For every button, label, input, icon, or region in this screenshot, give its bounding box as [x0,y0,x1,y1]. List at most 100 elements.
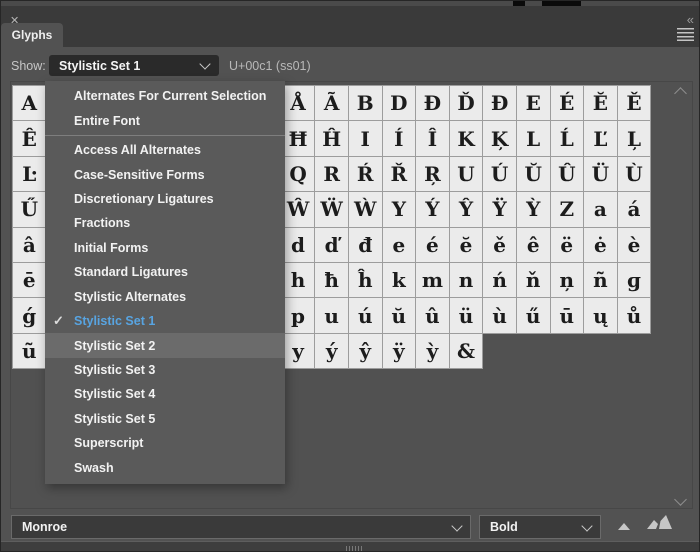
menu-item-superscript[interactable]: Superscript [45,431,285,455]
menu-item-swash[interactable]: Swash [45,456,285,480]
glyph-cell[interactable]: è [616,226,652,263]
glyph-cell[interactable]: Ļ [616,120,652,157]
glyph-cell[interactable]: đ [347,226,383,263]
scroll-up-icon[interactable] [674,87,687,100]
glyph-cell[interactable]: Y [381,191,417,228]
show-select[interactable]: Stylistic Set 1 [49,55,219,76]
glyph-cell[interactable]: Ŗ [415,155,450,193]
glyph-cell[interactable]: y [280,332,316,370]
glyph-cell[interactable]: ý [314,332,349,370]
glyph-cell[interactable]: Ŭ [515,155,551,193]
glyph-cell[interactable]: Ķ [482,120,517,157]
glyph-cell[interactable]: ė [583,226,618,263]
glyph-cell[interactable]: Û [549,155,585,193]
glyph-cell[interactable]: ǵ [12,297,47,334]
glyph-cell[interactable]: U [448,155,484,193]
glyph-cell[interactable]: á [616,191,652,228]
menu-item-stylistic-set-4[interactable]: Stylistic Set 4 [45,382,285,406]
glyph-cell[interactable]: ē [12,261,47,299]
menu-item-access-all-alternates[interactable]: Access All Alternates [45,138,285,162]
glyph-cell[interactable]: D [381,85,417,122]
menu-item-fractions[interactable]: Fractions [45,211,285,235]
glyph-cell[interactable]: ë [549,226,585,263]
glyph-cell[interactable]: ň [515,261,551,299]
glyph-cell[interactable]: Q [280,155,316,193]
glyph-cell[interactable]: Ù [616,155,652,193]
glyph-cell[interactable]: ɡ [616,261,652,299]
glyph-cell[interactable]: K [448,120,484,157]
glyph-cell[interactable]: ħ [314,261,349,299]
glyph-cell[interactable]: Ě [616,85,652,122]
glyph-cell[interactable]: Ê [12,120,47,157]
glyph-cell[interactable]: Ř [381,155,417,193]
menu-item-discretionary-ligatures[interactable]: Discretionary Ligatures [45,187,285,211]
glyph-cell[interactable]: ű [515,297,551,334]
glyph-cell[interactable]: Ŀ [12,155,47,193]
glyph-cell[interactable]: Î [415,120,450,157]
glyph-cell[interactable]: I [347,120,383,157]
menu-item-standard-ligatures[interactable]: Standard Ligatures [45,260,285,284]
collapse-panel-icon[interactable]: « [687,12,694,27]
menu-item-entire-font[interactable]: Entire Font [45,108,285,132]
glyph-cell[interactable]: â [12,226,47,263]
glyph-cell[interactable]: B [347,85,383,122]
glyph-cell[interactable]: h [280,261,316,299]
glyph-cell[interactable]: ū [549,297,585,334]
glyph-cell[interactable]: Ľ [583,120,618,157]
glyph-cell[interactable]: Ẁ [347,191,383,228]
glyph-cell[interactable]: ñ [583,261,618,299]
glyph-cell[interactable]: & [448,332,484,370]
menu-item-stylistic-set-5[interactable]: Stylistic Set 5 [45,407,285,431]
glyph-cell[interactable]: ď [314,226,349,263]
glyph-cell[interactable]: Ỳ [515,191,551,228]
scroll-down-icon[interactable] [674,493,687,506]
glyph-cell[interactable]: Ĕ [583,85,618,122]
glyph-cell[interactable]: Ý [415,191,450,228]
glyph-cell[interactable]: A [12,85,47,122]
glyph-cell[interactable]: Í [381,120,417,157]
glyph-cell[interactable]: k [381,261,417,299]
glyph-cell[interactable]: Ŷ [448,191,484,228]
glyph-cell[interactable]: Z [549,191,585,228]
glyph-cell[interactable]: ě [482,226,517,263]
glyph-cell[interactable]: ĥ [347,261,383,299]
glyph-cell[interactable]: p [280,297,316,334]
glyph-cell[interactable]: R [314,155,349,193]
glyph-cell[interactable]: û [415,297,450,334]
tab-glyphs[interactable]: Glyphs [1,23,63,47]
glyph-cell[interactable]: Å [280,85,316,122]
glyph-cell[interactable]: Ŕ [347,155,383,193]
font-family-select[interactable]: Monroe [11,515,471,539]
glyph-cell[interactable]: ù [482,297,517,334]
glyph-cell[interactable]: L [515,120,551,157]
menu-item-stylistic-set-2[interactable]: Stylistic Set 2 [45,333,285,358]
glyph-cell[interactable]: Ĥ [314,120,349,157]
glyph-cell[interactable]: m [415,261,450,299]
glyph-cell[interactable]: Ú [482,155,517,193]
glyph-cell[interactable]: Đ [482,85,517,122]
glyph-cell[interactable]: Ã [314,85,349,122]
glyph-cell[interactable]: ũ [12,332,47,370]
glyph-cell[interactable]: Đ [415,85,450,122]
glyph-cell[interactable]: Ẅ [314,191,349,228]
glyph-cell[interactable]: n [448,261,484,299]
panel-menu-icon[interactable] [677,28,694,41]
glyph-cell[interactable]: ų [583,297,618,334]
menu-item-stylistic-set-1[interactable]: ✓ Stylistic Set 1 [45,309,285,333]
menu-item-stylistic-alternates[interactable]: Stylistic Alternates [45,285,285,309]
glyph-cell[interactable]: Ĺ [549,120,585,157]
zoom-in-button[interactable] [645,513,675,535]
glyph-cell[interactable]: ü [448,297,484,334]
glyph-cell[interactable]: Ŵ [280,191,316,228]
font-style-select[interactable]: Bold [479,515,601,539]
glyph-cell[interactable]: E [515,85,551,122]
glyph-cell[interactable]: ņ [549,261,585,299]
glyph-cell[interactable]: e [381,226,417,263]
resize-grip[interactable] [346,546,364,551]
glyph-cell[interactable]: ÿ [381,332,417,370]
glyph-cell[interactable]: Ű [12,191,47,228]
glyph-cell[interactable]: Ÿ [482,191,517,228]
glyph-cell[interactable]: ĕ [448,226,484,263]
glyph-cell[interactable]: ń [482,261,517,299]
menu-item-initial-forms[interactable]: Initial Forms [45,236,285,260]
